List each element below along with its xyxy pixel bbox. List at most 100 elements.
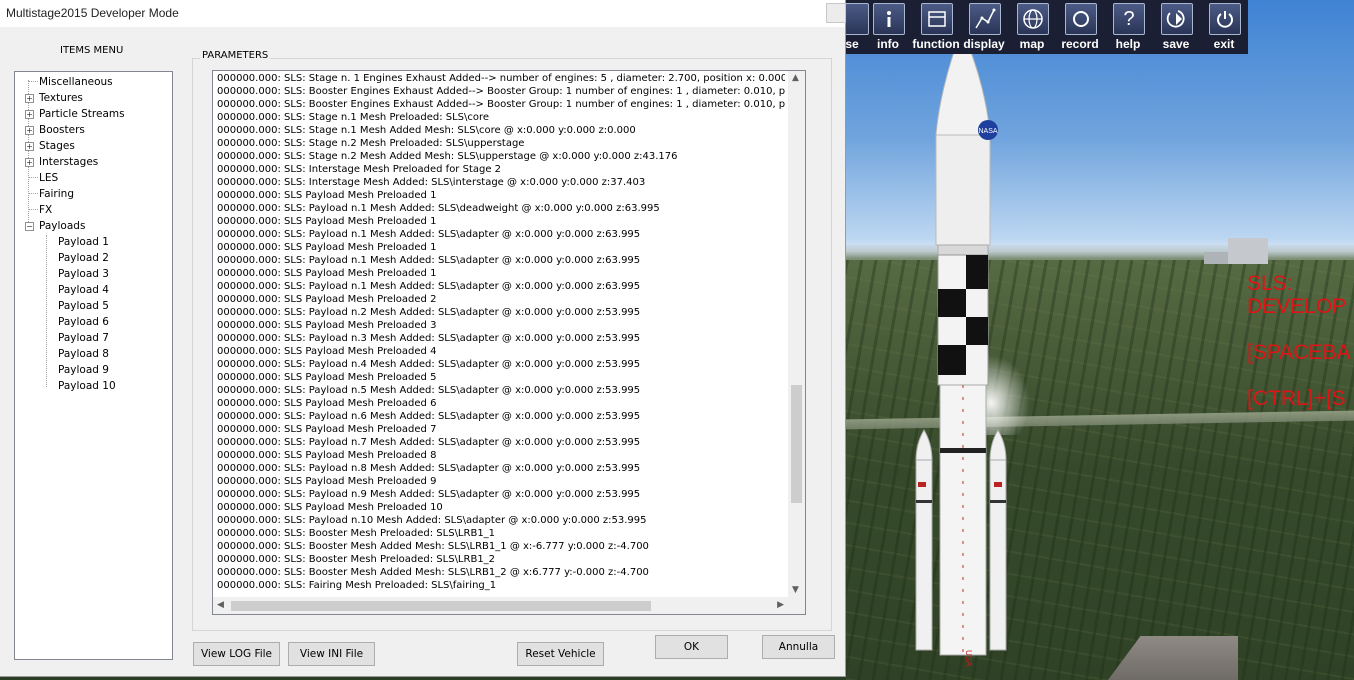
tree-item-payload[interactable]: Payload 2	[58, 250, 109, 266]
tree-item-fx[interactable]: FX	[39, 202, 52, 218]
collapse-icon[interactable]: −	[25, 222, 34, 231]
distant-building-small	[1204, 252, 1230, 264]
cancel-button[interactable]: Annulla	[762, 635, 835, 659]
scroll-up-icon[interactable]: ▲	[792, 73, 799, 83]
tree-item-boosters[interactable]: + Boosters	[25, 122, 85, 138]
log-line: 000000.000: SLS: Payload n.5 Mesh Added:…	[217, 385, 641, 396]
log-line: 000000.000: SLS: Booster Engines Exhaust…	[217, 99, 785, 110]
log-line: 000000.000: SLS: Payload n.10 Mesh Added…	[217, 515, 647, 526]
expand-icon[interactable]: +	[25, 110, 34, 119]
tree-item-payload[interactable]: Payload 6	[58, 314, 109, 330]
ground-terrain	[846, 260, 1354, 680]
toolbar-button-record[interactable]: record	[1056, 0, 1104, 54]
tree-item-label: Payload 6	[58, 316, 109, 328]
scroll-corner	[788, 597, 805, 614]
vertical-scrollbar[interactable]: ▲ ▼	[788, 71, 805, 597]
tree-connector	[28, 193, 38, 194]
log-textbox[interactable]: 000000.000: SLS: Stage n. 1 Engines Exha…	[212, 70, 806, 615]
window-title: Multistage2015 Developer Mode	[6, 6, 179, 20]
horizontal-scrollbar[interactable]: ◀ ▶	[213, 597, 788, 614]
toolbar-button-exit[interactable]: exit	[1200, 0, 1248, 54]
tree-item-miscellaneous[interactable]: Miscellaneous	[39, 74, 113, 90]
tree-item-payload[interactable]: Payload 4	[58, 282, 109, 298]
tree-item-label: Payload 8	[58, 348, 109, 360]
overlay-line-4: [CTRL]+[S	[1247, 387, 1346, 410]
sim-toolbar: se info function display map record ? he…	[837, 0, 1248, 54]
tree-item-textures[interactable]: + Textures	[25, 90, 83, 106]
tree-item-label: Boosters	[39, 124, 85, 136]
tree-item-label: Payload 2	[58, 252, 109, 264]
tree-item-label: Payload 1	[58, 236, 109, 248]
title-bar[interactable]: Multistage2015 Developer Mode	[0, 0, 846, 27]
close-icon[interactable]	[826, 3, 846, 23]
tree-item-label: Payloads	[39, 220, 86, 232]
log-line: 000000.000: SLS Payload Mesh Preloaded 1	[217, 190, 437, 201]
tree-item-label: Payload 5	[58, 300, 109, 312]
overlay-line-2: DEVELOP	[1247, 295, 1347, 318]
expand-icon[interactable]: +	[25, 158, 34, 167]
tree-connector	[28, 81, 38, 82]
items-tree[interactable]: Miscellaneous + Textures + Particle Stream…	[14, 71, 173, 660]
toolbar-button-function[interactable]: function	[912, 0, 960, 54]
view-ini-button[interactable]: View INI File	[288, 642, 375, 666]
log-line: 000000.000: SLS: Payload n.3 Mesh Added:…	[217, 333, 641, 344]
tree-item-payload[interactable]: Payload 3	[58, 266, 109, 282]
save-icon	[1161, 3, 1193, 35]
log-line: 000000.000: SLS: Booster Engines Exhaust…	[217, 86, 785, 97]
tree-item-payload[interactable]: Payload 1	[58, 234, 109, 250]
tree-item-particle-streams[interactable]: + Particle Streams	[25, 106, 125, 122]
toolbar-button-info[interactable]: info	[864, 0, 912, 54]
tree-item-payload[interactable]: Payload 10	[58, 378, 116, 394]
log-line: 000000.000: SLS: Booster Mesh Preloaded:…	[217, 554, 496, 565]
toolbar-button-help[interactable]: ? help	[1104, 0, 1152, 54]
log-line: 000000.000: SLS Payload Mesh Preloaded 1…	[217, 502, 443, 513]
reset-vehicle-button[interactable]: Reset Vehicle	[517, 642, 604, 666]
vehicle-assembly-building	[1228, 238, 1268, 264]
ok-button[interactable]: OK	[655, 635, 728, 659]
tree-item-label: FX	[39, 204, 53, 216]
tree-item-fairing[interactable]: Fairing	[39, 186, 74, 202]
tree-item-payloads[interactable]: − Payloads	[25, 218, 86, 234]
log-line: 000000.000: SLS: Booster Mesh Preloaded:…	[217, 528, 496, 539]
log-line: 000000.000: SLS: Stage n. 1 Engines Exha…	[217, 73, 785, 84]
log-line: 000000.000: SLS Payload Mesh Preloaded 4	[217, 346, 437, 357]
log-line: 000000.000: SLS: Payload n.8 Mesh Added:…	[217, 463, 641, 474]
toolbar-button-display[interactable]: display	[960, 0, 1008, 54]
tree-item-label: Stages	[39, 140, 75, 152]
log-line: 000000.000: SLS Payload Mesh Preloaded 1	[217, 242, 437, 253]
scroll-down-icon[interactable]: ▼	[792, 585, 799, 595]
tree-item-label: Payload 7	[58, 332, 109, 344]
tree-item-label: LES	[39, 172, 59, 184]
tree-item-interstages[interactable]: + Interstages	[25, 154, 98, 170]
expand-icon[interactable]: +	[25, 142, 34, 151]
log-line: 000000.000: SLS: Payload n.4 Mesh Added:…	[217, 359, 641, 370]
log-line: 000000.000: SLS Payload Mesh Preloaded 5	[217, 372, 437, 383]
tree-item-stages[interactable]: + Stages	[25, 138, 75, 154]
items-menu-label: ITEMS MENU	[60, 45, 124, 56]
tree-connector	[28, 209, 38, 210]
log-line: 000000.000: SLS Payload Mesh Preloaded 8	[217, 450, 437, 461]
tree-item-payload[interactable]: Payload 8	[58, 346, 109, 362]
scroll-left-icon[interactable]: ◀	[217, 600, 224, 610]
toolbar-button-map[interactable]: map	[1008, 0, 1056, 54]
expand-icon[interactable]: +	[25, 126, 34, 135]
help-icon: ?	[1113, 3, 1145, 35]
tree-item-payload[interactable]: Payload 9	[58, 362, 109, 378]
log-line: 000000.000: SLS: Stage n.2 Mesh Preloade…	[217, 138, 525, 149]
scroll-right-icon[interactable]: ▶	[777, 600, 784, 610]
tree-item-les[interactable]: LES	[39, 170, 58, 186]
log-line: 000000.000: SLS: Fairing Mesh Preloaded:…	[217, 580, 497, 591]
scroll-thumb[interactable]	[791, 385, 802, 503]
tree-connector	[46, 235, 47, 387]
expand-icon[interactable]: +	[25, 94, 34, 103]
developer-dialog: Multistage2015 Developer Mode ITEMS MENU…	[0, 0, 846, 677]
tree-item-payload[interactable]: Payload 7	[58, 330, 109, 346]
log-line: 000000.000: SLS Payload Mesh Preloaded 7	[217, 424, 437, 435]
view-log-button[interactable]: View LOG File	[193, 642, 280, 666]
toolbar-button-save[interactable]: save	[1152, 0, 1200, 54]
scroll-thumb[interactable]	[231, 601, 651, 611]
log-line: 000000.000: SLS: Stage n.1 Mesh Added Me…	[217, 125, 636, 136]
record-icon	[1065, 3, 1097, 35]
tree-item-label: Payload 3	[58, 268, 109, 280]
tree-item-payload[interactable]: Payload 5	[58, 298, 109, 314]
